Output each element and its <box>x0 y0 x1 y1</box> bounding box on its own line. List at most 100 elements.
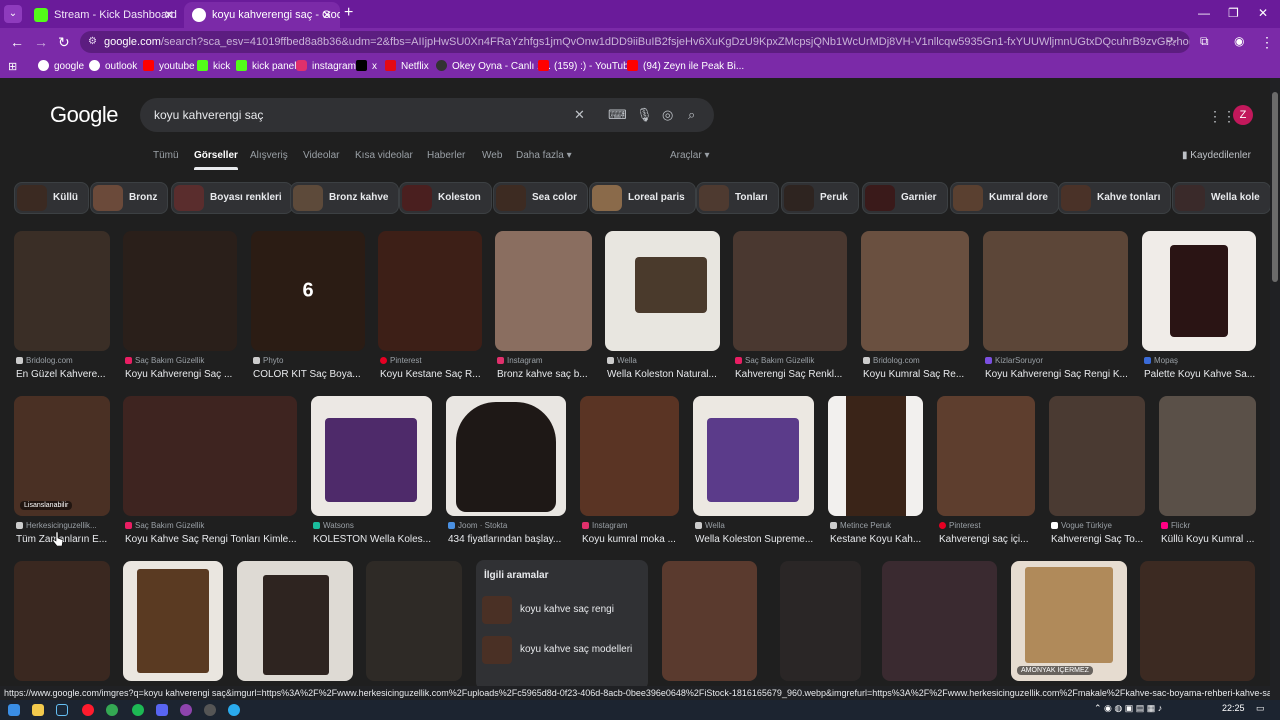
search-input[interactable]: koyu kahverengi saç <box>154 108 263 122</box>
restore-icon[interactable]: ❐ <box>1228 6 1239 20</box>
result-image[interactable] <box>1049 396 1145 516</box>
result-source[interactable]: Vogue Türkiye <box>1051 521 1112 530</box>
result-title[interactable]: Bronz kahve saç b... <box>497 369 594 380</box>
tab-kick-dashboard[interactable]: Stream - Kick Dashboard ✕ <box>26 2 182 28</box>
result-image[interactable]: AMONYAK İÇERMEZ <box>1011 561 1127 681</box>
tools-button[interactable]: Araçlar ▾ <box>670 150 710 161</box>
result-image[interactable]: Lisanslanabilir <box>14 396 110 516</box>
profile-icon[interactable]: ◉ <box>1234 34 1244 48</box>
result-image[interactable] <box>828 396 923 516</box>
tab-search-button[interactable]: ⌄ <box>4 5 22 23</box>
tab-images[interactable]: Görseller <box>194 150 238 170</box>
result-source[interactable]: Mopaş <box>1144 356 1178 365</box>
telegram-icon[interactable] <box>228 704 240 716</box>
result-source[interactable]: Saç Bakım Güzellik <box>125 521 204 530</box>
result-image[interactable] <box>580 396 679 516</box>
menu-icon[interactable]: ⋮ <box>1260 34 1274 51</box>
scrollbar-thumb[interactable] <box>1272 92 1278 282</box>
start-icon[interactable] <box>8 704 20 716</box>
search-box[interactable]: koyu kahverengi saç ✕ ⌨ 🎙 ◎ ⌕ <box>140 98 714 132</box>
bookmark-outlook[interactable]: outlook <box>89 60 137 72</box>
spotify-icon[interactable] <box>132 704 144 716</box>
result-source[interactable]: Metince Peruk <box>830 521 891 530</box>
tab-short-videos[interactable]: Kısa videolar <box>355 150 413 161</box>
result-image[interactable] <box>1140 561 1255 681</box>
result-title[interactable]: En Güzel Kahvere... <box>16 369 112 380</box>
result-source[interactable]: Flickr <box>1161 521 1190 530</box>
result-image[interactable] <box>780 561 861 681</box>
bookmark-kick-panel[interactable]: kick panel <box>236 60 296 72</box>
chrome-profile-icon[interactable] <box>180 704 192 716</box>
close-window-icon[interactable]: ✕ <box>1258 6 1268 20</box>
tab-more[interactable]: Daha fazla ▾ <box>516 150 572 161</box>
chip-sea-color[interactable]: Sea color <box>493 182 589 214</box>
result-image[interactable] <box>123 561 223 681</box>
chip-kullu[interactable]: Küllü <box>14 182 89 214</box>
chip-kahve-tonlari[interactable]: Kahve tonları <box>1058 182 1172 214</box>
result-title[interactable]: Koyu Kumral Saç Re... <box>863 369 971 380</box>
close-tab-icon[interactable]: ✕ <box>322 2 332 28</box>
chip-bronz-kahve[interactable]: Bronz kahve <box>290 182 400 214</box>
notifications-icon[interactable]: ▭ <box>1256 703 1265 714</box>
chip-wella-koleston[interactable]: Wella kole <box>1172 182 1270 214</box>
tab-shopping[interactable]: Alışveriş <box>250 150 288 161</box>
result-image[interactable] <box>123 396 297 516</box>
bookmark-okey[interactable]: Okey Oyna - Canlı 1... <box>436 60 551 72</box>
result-source[interactable]: Instagram <box>497 356 543 365</box>
result-source[interactable]: KizlarSoruyor <box>985 356 1043 365</box>
new-tab-icon[interactable]: + <box>344 4 353 22</box>
tab-all[interactable]: Tümü <box>153 150 179 161</box>
result-title[interactable]: Kestane Koyu Kah... <box>830 534 925 545</box>
result-image[interactable] <box>733 231 847 351</box>
result-source[interactable]: Wella <box>607 356 637 365</box>
result-title[interactable]: Koyu Kahverengi Saç Rengi K... <box>985 369 1130 380</box>
result-source[interactable]: Saç Bakım Güzellik <box>735 356 814 365</box>
page-scrollbar[interactable] <box>1270 78 1280 700</box>
search-icon[interactable]: ⌕ <box>688 98 695 132</box>
chip-tonlari[interactable]: Tonları <box>696 182 779 214</box>
bookmark-x[interactable]: x <box>356 60 377 72</box>
microphone-icon[interactable]: 🎙 <box>636 98 653 132</box>
result-title[interactable]: Kahverengi Saç Renkl... <box>735 369 849 380</box>
related-search-item[interactable]: koyu kahve saç rengi <box>482 594 614 626</box>
result-image[interactable] <box>693 396 814 516</box>
result-image[interactable] <box>495 231 592 351</box>
result-image[interactable] <box>605 231 720 351</box>
result-source[interactable]: Bridolog.com <box>16 356 73 365</box>
clock[interactable]: 22:25 <box>1222 703 1245 713</box>
result-title[interactable]: Wella Koleston Supreme... <box>695 534 816 545</box>
result-title[interactable]: Koyu Kahverengi Saç ... <box>125 369 239 380</box>
result-source[interactable]: Pinterest <box>939 521 981 530</box>
saved-button[interactable]: ▮ Kaydedilenler <box>1182 150 1251 161</box>
result-source[interactable]: Wella <box>695 521 725 530</box>
result-image[interactable] <box>983 231 1128 351</box>
apps-grid-icon[interactable]: ⊞ <box>8 60 17 73</box>
address-bar[interactable]: ⚙ google.com/search?sca_esv=41019ffbed8a… <box>80 31 1190 53</box>
bookmark-google[interactable]: google <box>38 60 84 72</box>
chip-bronz[interactable]: Bronz <box>90 182 169 214</box>
result-title[interactable]: COLOR KIT Saç Boya... <box>253 369 367 380</box>
result-image[interactable] <box>378 231 482 351</box>
opera-icon[interactable] <box>82 704 94 716</box>
result-title[interactable]: Koyu Kestane Saç R... <box>380 369 484 380</box>
result-title[interactable]: Tüm Zamanların E... <box>16 534 112 545</box>
file-explorer-icon[interactable] <box>32 704 44 716</box>
bookmark-instagram[interactable]: instagram <box>296 60 356 72</box>
result-image[interactable] <box>662 561 757 681</box>
extensions-icon[interactable]: ⧉ <box>1200 34 1209 49</box>
bookmark-youtube-159[interactable]: (159) :) - YouTube <box>538 60 634 72</box>
site-info-icon[interactable]: ⚙ <box>88 31 97 53</box>
close-tab-icon[interactable]: ✕ <box>164 2 174 28</box>
forward-icon[interactable]: → <box>34 34 48 50</box>
result-image[interactable] <box>882 561 997 681</box>
result-image[interactable] <box>366 561 462 681</box>
result-image[interactable] <box>311 396 432 516</box>
keyboard-icon[interactable]: ⌨ <box>608 98 627 132</box>
bookmark-zeyn[interactable]: (94) Zeyn ile Peak Bi... <box>627 60 744 72</box>
result-image[interactable] <box>1159 396 1256 516</box>
google-logo[interactable]: Google <box>50 102 118 128</box>
result-source[interactable]: Herkesicinguzellik... <box>16 521 97 530</box>
result-title[interactable]: Kahverengi saç içi... <box>939 534 1037 545</box>
result-title[interactable]: Wella Koleston Natural... <box>607 369 722 380</box>
related-search-item[interactable]: koyu kahve saç modelleri <box>482 634 632 666</box>
